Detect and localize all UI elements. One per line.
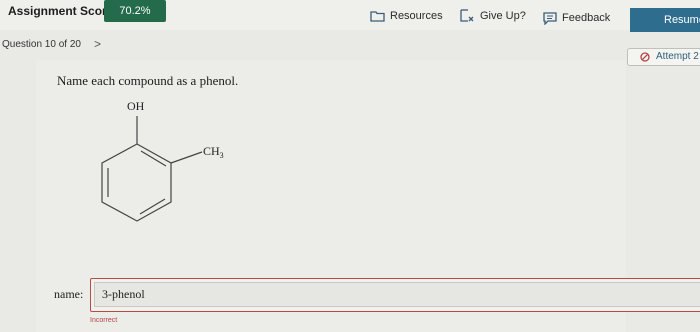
benzene-ring	[101, 143, 172, 222]
folder-icon	[370, 11, 385, 22]
methyl-bond	[170, 151, 203, 164]
assignment-score-value: 70.2%	[104, 0, 166, 22]
resume-button[interactable]: Resume	[630, 8, 700, 32]
compound-name-input[interactable]	[94, 282, 700, 307]
ch3-subscript: 3	[220, 151, 224, 160]
question-counter: Question 10 of 20	[2, 39, 81, 50]
top-bar: Assignment Score: 70.2% Resources Give U…	[0, 0, 700, 32]
give-up-button[interactable]: Give Up?	[460, 8, 526, 24]
oh-label: OH	[127, 99, 145, 113]
name-label: name:	[54, 287, 84, 301]
question-prompt: Name each compound as a phenol.	[57, 73, 239, 88]
attempt-label: Attempt 2	[656, 51, 699, 62]
attempt-badge[interactable]: Attempt 2	[627, 48, 700, 66]
ch3-label: CH3	[203, 144, 224, 160]
answer-status: Incorrect	[90, 317, 118, 324]
feedback-icon	[543, 11, 557, 25]
give-up-label: Give Up?	[480, 10, 526, 22]
feedback-label: Feedback	[562, 12, 611, 24]
give-up-icon	[460, 9, 474, 22]
resources-button[interactable]: Resources	[370, 8, 443, 24]
assignment-score-label: Assignment Score:	[8, 4, 118, 18]
resources-label: Resources	[390, 10, 443, 22]
next-question-chevron[interactable]: >	[94, 37, 101, 51]
ch3-text: CH	[203, 144, 220, 158]
question-nav	[0, 30, 700, 60]
molecule-structure: OH CH3	[101, 99, 224, 222]
feedback-button[interactable]: Feedback	[543, 10, 610, 26]
attempt-status-icon	[640, 52, 650, 62]
answer-field-container	[90, 278, 700, 312]
